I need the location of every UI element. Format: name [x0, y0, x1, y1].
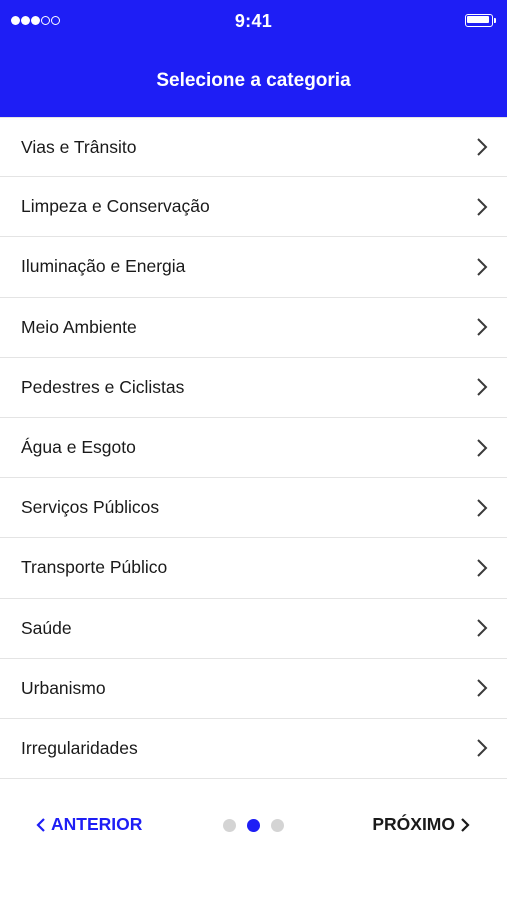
- chevron-right-icon: [477, 198, 488, 216]
- page-title: Selecione a categoria: [156, 70, 351, 91]
- category-label: Saúde: [21, 617, 72, 638]
- chevron-right-icon: [477, 378, 488, 397]
- category-label: Serviços Públicos: [21, 497, 160, 518]
- category-item-irregularidades[interactable]: Irregularidades: [0, 719, 507, 780]
- category-item-pedestres-ciclistas[interactable]: Pedestres e Ciclistas: [0, 358, 507, 418]
- app-header: 9:41 Selecione a categoria: [0, 0, 507, 117]
- category-label: Iluminação e Energia: [21, 256, 186, 277]
- category-item-saude[interactable]: Saúde: [0, 599, 507, 659]
- chevron-right-icon: [477, 679, 488, 697]
- category-label: Urbanismo: [21, 677, 106, 698]
- category-label: Transporte Público: [21, 557, 168, 578]
- chevron-right-icon: [477, 138, 488, 156]
- page-dot: [271, 819, 284, 832]
- category-item-limpeza-conservacao[interactable]: Limpeza e Conservação: [0, 177, 507, 238]
- chevron-right-icon: [477, 438, 488, 457]
- category-label: Irregularidades: [21, 737, 138, 758]
- category-item-servicos-publicos[interactable]: Serviços Públicos: [0, 478, 507, 539]
- chevron-right-icon: [461, 817, 470, 832]
- chevron-right-icon: [477, 559, 488, 577]
- category-item-agua-esgoto[interactable]: Água e Esgoto: [0, 418, 507, 479]
- pagination-footer: ANTERIOR PRÓXIMO: [0, 800, 507, 850]
- status-time: 9:41: [234, 11, 273, 31]
- category-label: Pedestres e Ciclistas: [21, 376, 185, 397]
- category-item-urbanismo[interactable]: Urbanismo: [0, 659, 507, 719]
- category-item-transporte-publico[interactable]: Transporte Público: [0, 538, 507, 599]
- previous-button[interactable]: ANTERIOR: [36, 814, 142, 835]
- previous-label: ANTERIOR: [51, 814, 143, 834]
- page-dot-active: [247, 819, 260, 832]
- status-bar: 9:41: [0, 0, 507, 44]
- next-label: PRÓXIMO: [372, 814, 455, 834]
- category-item-iluminacao-energia[interactable]: Iluminação e Energia: [0, 237, 507, 298]
- chevron-right-icon: [477, 318, 488, 336]
- chevron-right-icon: [477, 258, 488, 276]
- category-list: Vias e Trânsito Limpeza e Conservação Il…: [0, 117, 507, 780]
- chevron-right-icon: [477, 499, 488, 517]
- chevron-right-icon: [477, 739, 488, 758]
- category-item-meio-ambiente[interactable]: Meio Ambiente: [0, 298, 507, 358]
- category-label: Vias e Trânsito: [21, 136, 137, 157]
- category-item-vias-transito[interactable]: Vias e Trânsito: [0, 117, 507, 178]
- category-label: Água e Esgoto: [21, 437, 136, 458]
- battery-icon: [465, 14, 496, 27]
- chevron-right-icon: [477, 619, 488, 637]
- category-label: Meio Ambiente: [21, 316, 137, 337]
- category-label: Limpeza e Conservação: [21, 196, 210, 217]
- page-indicator: [223, 819, 284, 832]
- page-dot: [223, 819, 236, 832]
- chevron-left-icon: [36, 817, 45, 832]
- next-button[interactable]: PRÓXIMO: [372, 814, 470, 835]
